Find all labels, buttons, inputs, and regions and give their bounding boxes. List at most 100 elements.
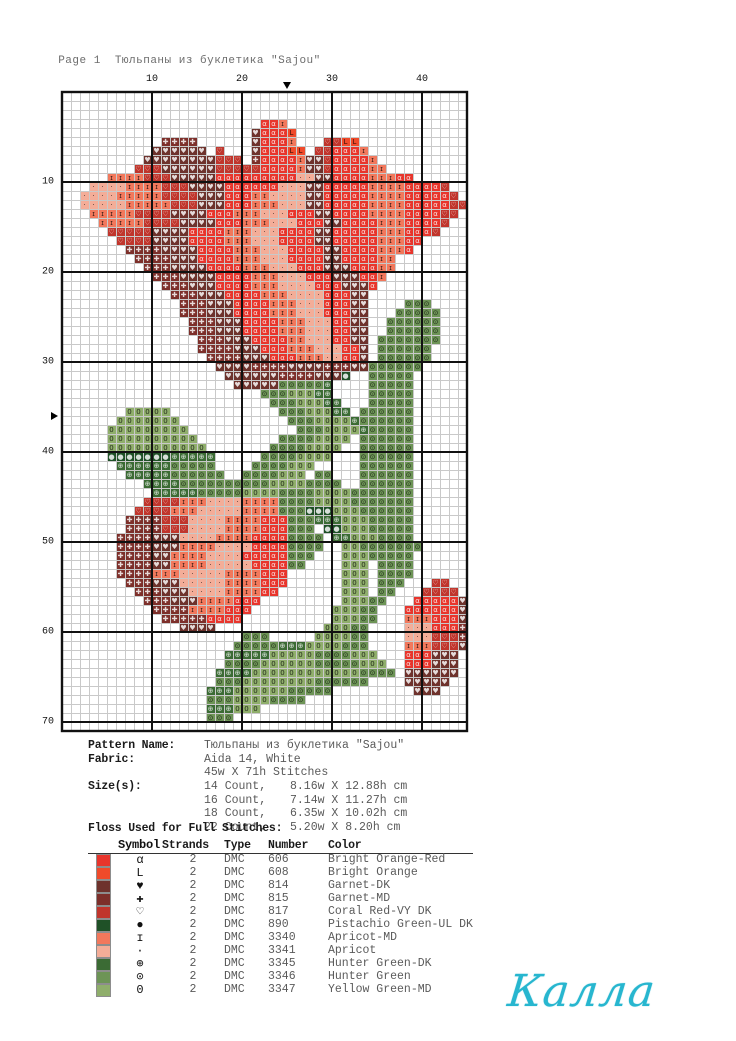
- ruler-top-label: 40: [415, 74, 429, 85]
- floss-color-swatch: [88, 932, 118, 945]
- floss-col-type: Type: [224, 838, 251, 852]
- floss-symbol: 0: [118, 984, 162, 997]
- ruler-left-label: 50: [41, 536, 54, 548]
- floss-type: DMC: [224, 905, 245, 919]
- pattern-info-label: [88, 766, 204, 780]
- symbol-glyph: 0: [136, 983, 144, 998]
- floss-col-symbol: Symbol: [118, 838, 161, 852]
- pattern-size-row: 18 Count, 6.35w X 10.02h cm: [88, 807, 407, 821]
- pattern-size-count: 14 Count,: [204, 779, 267, 793]
- center-marker-left-arrow-icon: [51, 412, 58, 420]
- page-title: Тюльпаны из буклетика "Sajou": [114, 55, 321, 67]
- floss-type: DMC: [224, 957, 245, 971]
- floss-color-swatch: [88, 919, 118, 932]
- floss-color-name: Bright Orange: [328, 866, 418, 880]
- floss-number: 817: [268, 905, 289, 919]
- floss-legend-block: Floss Used for Full Stitches: Symbol Str…: [88, 822, 473, 997]
- pattern-sizes-label: [88, 794, 204, 808]
- swatch-box: [95, 958, 111, 971]
- floss-color-swatch: [88, 854, 118, 867]
- floss-strands: 2: [189, 918, 197, 932]
- ruler-top-label: 10: [145, 74, 159, 85]
- floss-symbol: ♡: [118, 906, 162, 919]
- floss-number: 608: [268, 866, 289, 880]
- floss-row: 0 2 DMC 3347 Yellow Green-MD: [88, 984, 473, 997]
- chart-grid-canvas: [60, 90, 469, 733]
- floss-symbol: L: [118, 867, 162, 880]
- floss-symbol: ·: [118, 945, 162, 958]
- floss-col-number: Number: [268, 838, 309, 852]
- pattern-info-table: Pattern Name: Тюльпаны из буклетика "Sajo…: [88, 739, 407, 834]
- swatch-box: [95, 867, 111, 880]
- swatch-box: [95, 906, 111, 919]
- floss-color-name: Bright Orange-Red: [328, 853, 446, 867]
- floss-symbol: ⊕: [118, 958, 162, 971]
- floss-legend-title: Floss Used for Full Stitches:: [88, 822, 283, 835]
- floss-type: DMC: [224, 983, 245, 997]
- floss-row: ⊙ 2 DMC 3346 Hunter Green: [88, 971, 473, 984]
- floss-strands: 2: [189, 866, 197, 880]
- floss-color-name: Pistachio Green-UL DK: [328, 918, 473, 932]
- floss-legend-table: Symbol Strands Type Number Color α 2 DMC 60…: [88, 838, 473, 997]
- floss-col-color: Color: [328, 838, 362, 852]
- pattern-size-dimensions: 6.35w X 10.02h cm: [290, 807, 408, 821]
- ruler-left-label: 60: [41, 626, 54, 638]
- floss-row: α 2 DMC 606 Bright Orange-Red: [88, 853, 473, 868]
- floss-color-swatch: [88, 958, 118, 971]
- ruler-left-label: 30: [41, 356, 54, 368]
- pattern-size-row: 16 Count, 7.14w X 11.27h cm: [88, 794, 407, 808]
- pattern-size-count: 16 Count,: [204, 793, 267, 807]
- pattern-info-row: Fabric: Aida 14, White: [88, 753, 407, 767]
- artist-signature: Калла: [505, 966, 659, 1017]
- floss-color-swatch: [88, 984, 118, 997]
- floss-number: 3345: [268, 957, 296, 971]
- floss-color-name: Yellow Green-MD: [328, 983, 432, 997]
- symbol-glyph: ⊕: [136, 957, 144, 972]
- floss-strands: 2: [189, 983, 197, 997]
- floss-strands: 2: [189, 853, 197, 867]
- swatch-box: [95, 854, 111, 867]
- floss-color-name: Apricot-MD: [328, 931, 398, 945]
- ruler-left-label: 70: [41, 716, 54, 728]
- floss-row: ⊕ 2 DMC 3345 Hunter Green-DK: [88, 958, 473, 971]
- symbol-glyph: ɪ: [136, 931, 144, 946]
- floss-row: ♥ 2 DMC 814 Garnet-DK: [88, 880, 473, 893]
- ruler-top-label: 30: [325, 74, 339, 85]
- symbol-glyph: ⊙: [136, 970, 144, 985]
- floss-number: 815: [268, 892, 289, 906]
- floss-symbol: ●: [118, 919, 162, 932]
- pattern-info-value: 45w X 71h Stitches: [204, 766, 329, 780]
- ruler-left-label: 10: [41, 176, 54, 188]
- swatch-box: [95, 984, 111, 997]
- floss-type: DMC: [224, 866, 245, 880]
- floss-color-name: Garnet-MD: [328, 892, 391, 906]
- pattern-size-dimensions: 7.14w X 11.27h cm: [290, 793, 408, 807]
- floss-strands: 2: [189, 905, 197, 919]
- floss-color-name: Hunter Green: [328, 970, 411, 984]
- floss-number: 3341: [268, 944, 296, 958]
- floss-color-swatch: [88, 893, 118, 906]
- floss-number: 3347: [268, 983, 296, 997]
- floss-number: 814: [268, 879, 289, 893]
- floss-symbol: ✚: [118, 893, 162, 906]
- floss-color-swatch: [88, 906, 118, 919]
- floss-color-name: Apricot: [328, 944, 377, 958]
- floss-strands: 2: [189, 879, 197, 893]
- ruler-top-label: 20: [235, 74, 249, 85]
- pattern-info-label: Fabric:: [88, 752, 135, 766]
- symbol-glyph: ♥: [136, 879, 144, 894]
- symbol-glyph: α: [136, 853, 144, 868]
- floss-strands: 2: [189, 931, 197, 945]
- floss-number: 606: [268, 853, 289, 867]
- floss-strands: 2: [189, 957, 197, 971]
- cross-stitch-chart: 10 20 30 40 10 20 30 40 50 60 70: [42, 74, 469, 733]
- pattern-size-count: 18 Count,: [204, 807, 267, 821]
- floss-color-swatch: [88, 867, 118, 880]
- pattern-size-dimensions: 8.16w X 12.88h cm: [290, 779, 408, 793]
- floss-row: ● 2 DMC 890 Pistachio Green-UL DK: [88, 919, 473, 932]
- floss-type: DMC: [224, 970, 245, 984]
- floss-row: ɪ 2 DMC 3340 Apricot-MD: [88, 932, 473, 945]
- floss-color-swatch: [88, 945, 118, 958]
- floss-type: DMC: [224, 853, 245, 867]
- floss-row: L 2 DMC 608 Bright Orange: [88, 867, 473, 880]
